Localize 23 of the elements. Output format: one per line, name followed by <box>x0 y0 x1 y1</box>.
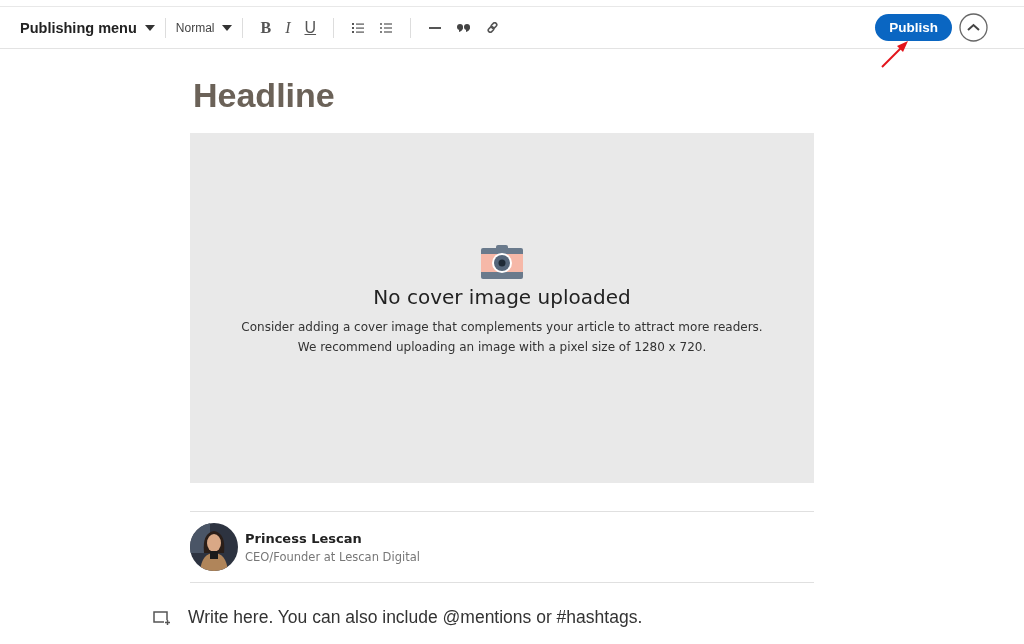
text-style-dropdown[interactable]: Normal <box>175 20 233 35</box>
format-button[interactable]: B <box>260 18 272 37</box>
format-button[interactable]: I <box>285 18 291 37</box>
cover-hint: We recommend uploading an image with a pixel size of 1280 x 720. <box>297 339 707 356</box>
author-name: Princess Lescan <box>245 530 363 546</box>
bulleted-list-icon[interactable] <box>380 22 393 33</box>
format-button[interactable]: U <box>304 18 317 37</box>
add-media-icon[interactable] <box>153 610 171 625</box>
divider-icon[interactable] <box>429 26 442 29</box>
quote-icon[interactable] <box>457 23 472 32</box>
numbered-list-icon[interactable] <box>352 22 365 33</box>
collapse-icon[interactable] <box>959 13 988 42</box>
caret-icon <box>144 24 155 31</box>
link-icon[interactable] <box>487 22 499 33</box>
cover-title: No cover image uploaded <box>373 285 631 309</box>
publish-button[interactable]: Publish <box>875 14 952 41</box>
author-title: CEO/Founder at Lescan Digital <box>245 549 420 564</box>
caret-icon <box>222 24 233 31</box>
annotation-arrow <box>880 39 910 69</box>
cover-hint: Consider adding a cover image that complements your article to attract more readers. <box>241 319 763 336</box>
camera-icon <box>481 245 523 279</box>
cover-image-area[interactable]: No cover image uploaded Consider adding a cover image that complements your article to attract more readers. We recommend uploading an image with a pixel size of 1280 x 720. <box>190 133 814 483</box>
publishing-menu-dropdown[interactable]: Publishing menu <box>20 19 155 36</box>
